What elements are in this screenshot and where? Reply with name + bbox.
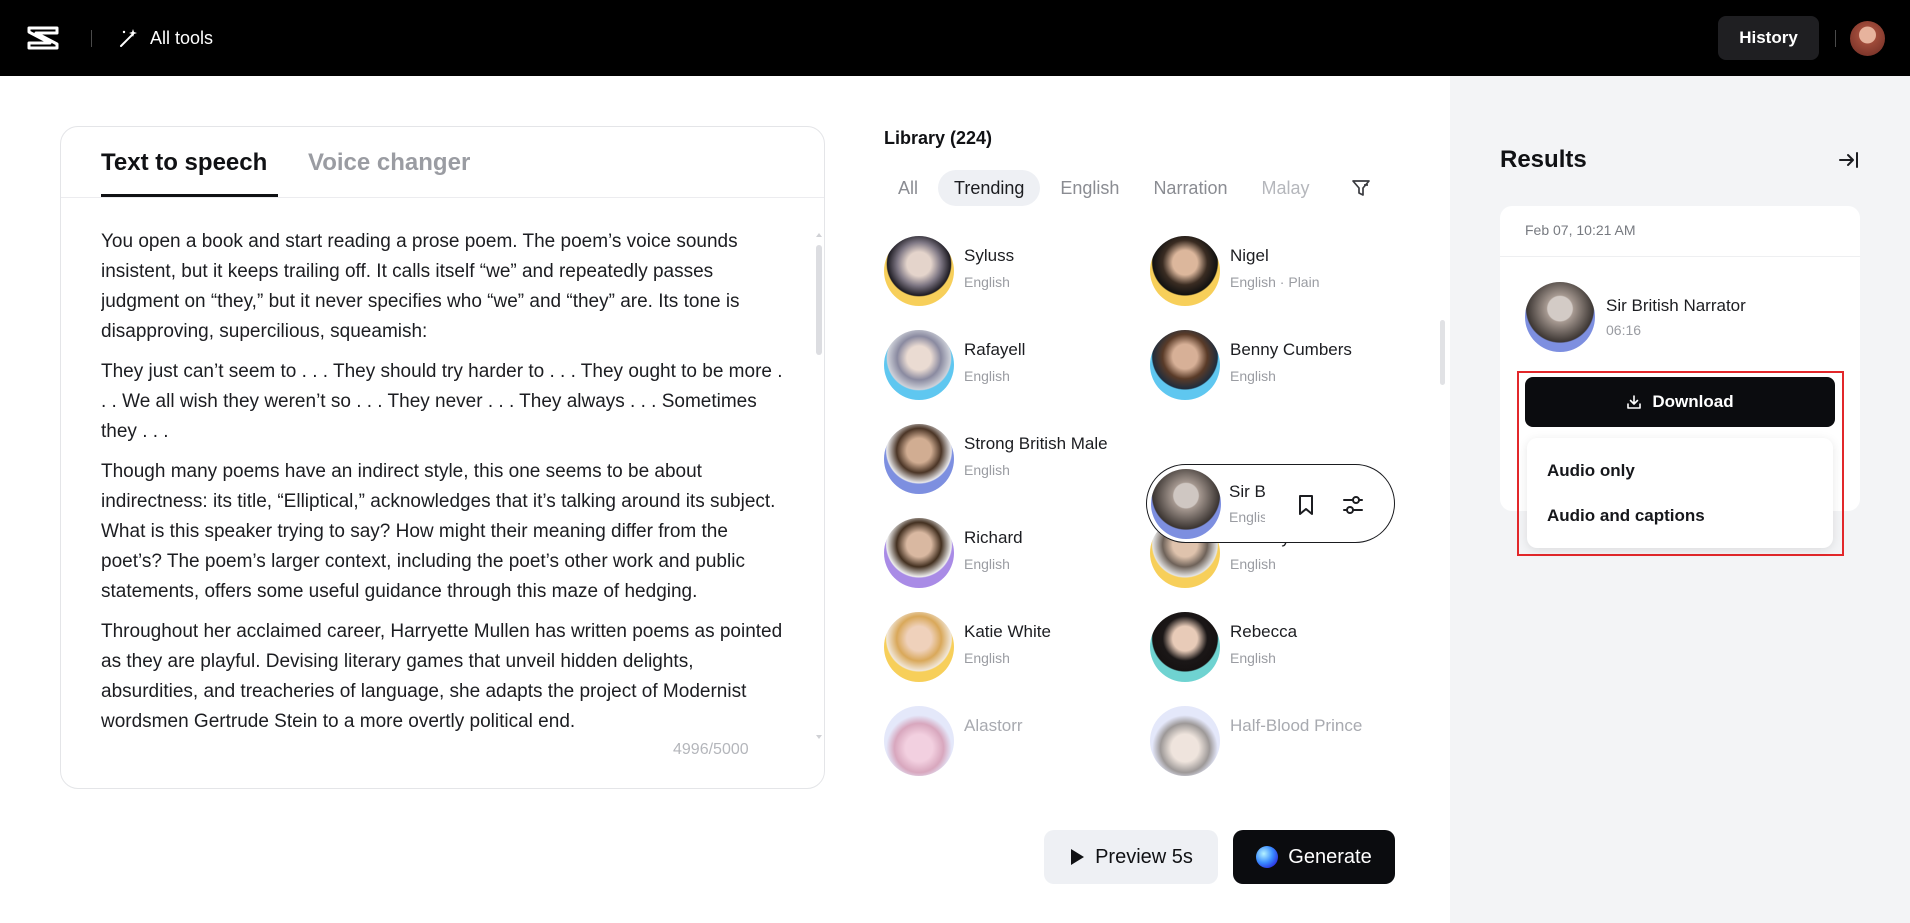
capcut-logo-icon[interactable] bbox=[26, 24, 60, 52]
voice-item[interactable]: Benny Cumbers English bbox=[1146, 326, 1396, 400]
voice-name: Half-Blood Prince bbox=[1230, 716, 1363, 735]
voice-avatar bbox=[1150, 330, 1220, 400]
filter-english[interactable]: English bbox=[1046, 170, 1133, 206]
voice-avatar bbox=[884, 518, 954, 588]
editor-scrollbar[interactable] bbox=[816, 245, 822, 355]
voice-item[interactable]: Half-Blood Prince bbox=[1146, 702, 1396, 776]
voice-avatar bbox=[1150, 706, 1220, 776]
voice-language: English bbox=[964, 556, 1010, 572]
preview-label: Preview 5s bbox=[1095, 845, 1193, 868]
voice-language: English bbox=[964, 274, 1010, 290]
bookmark-icon[interactable] bbox=[1295, 493, 1317, 517]
scroll-up-arrow-icon[interactable] bbox=[815, 231, 823, 239]
divider bbox=[1500, 256, 1860, 257]
filter-narration[interactable]: Narration bbox=[1139, 170, 1241, 206]
divider bbox=[91, 30, 92, 47]
download-icon bbox=[1627, 395, 1642, 409]
voice-name: Syluss bbox=[964, 246, 1015, 265]
library-scrollbar[interactable] bbox=[1440, 320, 1445, 385]
history-button[interactable]: History bbox=[1718, 16, 1819, 60]
divider bbox=[1835, 30, 1836, 47]
voice-name: Strong British Male bbox=[964, 434, 1108, 453]
filter-trending[interactable]: Trending bbox=[938, 170, 1041, 206]
magic-wand-icon bbox=[120, 29, 137, 47]
all-tools-label: All tools bbox=[150, 27, 214, 48]
voice-item[interactable]: Syluss English bbox=[880, 232, 1130, 306]
voice-item[interactable]: Strong British Male English bbox=[880, 420, 1130, 494]
result-date: Feb 07, 10:21 AM bbox=[1525, 222, 1636, 238]
generate-orb-icon bbox=[1256, 846, 1279, 868]
result-voice-avatar bbox=[1525, 282, 1595, 352]
voice-language: English bbox=[1230, 650, 1276, 666]
library-filter-bar: All Trending English Narration Malay bbox=[884, 170, 1334, 206]
text-paragraph: Throughout her acclaimed career, Harryet… bbox=[101, 621, 783, 732]
divider bbox=[61, 197, 824, 198]
library-title: Library (224) bbox=[884, 128, 993, 148]
collapse-panel-icon[interactable] bbox=[1836, 148, 1860, 172]
voice-language: English bbox=[964, 650, 1010, 666]
voice-avatar bbox=[884, 706, 954, 776]
voice-avatar bbox=[1151, 469, 1221, 539]
voice-name: Alastorr bbox=[964, 716, 1023, 735]
voice-avatar bbox=[884, 424, 954, 494]
filter-malay[interactable]: Malay bbox=[1247, 170, 1323, 206]
voice-avatar bbox=[884, 330, 954, 400]
voice-name: Benny Cumbers bbox=[1230, 340, 1352, 359]
download-options-menu: Audio only Audio and captions bbox=[1527, 438, 1833, 548]
voice-avatar bbox=[1150, 612, 1220, 682]
voice-name: Rebecca bbox=[1230, 622, 1298, 641]
tab-voice-changer[interactable]: Voice changer bbox=[308, 149, 470, 177]
filter-icon[interactable] bbox=[1350, 177, 1372, 199]
text-paragraph: You open a book and start reading a pros… bbox=[101, 231, 740, 342]
user-avatar[interactable] bbox=[1850, 21, 1885, 56]
play-icon bbox=[1071, 849, 1085, 865]
text-paragraph: Though many poems have an indirect style… bbox=[101, 461, 776, 602]
generate-label: Generate bbox=[1288, 845, 1372, 868]
text-editor-card: Text to speech Voice changer You open a … bbox=[60, 126, 825, 789]
voice-avatar bbox=[884, 236, 954, 306]
voice-name: Katie White bbox=[964, 622, 1051, 641]
voice-item[interactable]: Alastorr bbox=[880, 702, 1130, 776]
result-duration: 06:16 bbox=[1606, 322, 1642, 338]
voice-item[interactable]: Nigel English · Plain bbox=[1146, 232, 1396, 306]
preview-button[interactable]: Preview 5s bbox=[1044, 830, 1218, 884]
voice-language: English · Plain bbox=[1230, 274, 1320, 290]
menu-item-audio-only[interactable]: Audio only bbox=[1547, 461, 1635, 481]
voice-avatar bbox=[1150, 236, 1220, 306]
adjust-settings-icon[interactable] bbox=[1341, 493, 1365, 517]
menu-item-audio-and-captions[interactable]: Audio and captions bbox=[1547, 506, 1705, 526]
top-bar: All tools History bbox=[0, 0, 1910, 76]
selected-voice-card[interactable]: Sir Br English bbox=[1146, 464, 1395, 543]
voice-language: English bbox=[964, 368, 1010, 384]
filter-all[interactable]: All bbox=[884, 170, 932, 206]
character-counter: 4996/5000 bbox=[673, 741, 749, 758]
voice-item[interactable]: Rebecca English bbox=[1146, 608, 1396, 682]
voice-language: English bbox=[1230, 556, 1276, 572]
voice-language: English bbox=[1229, 509, 1265, 525]
voice-avatar bbox=[884, 612, 954, 682]
results-title: Results bbox=[1500, 146, 1587, 173]
text-paragraph: They just can’t seem to . . . They shoul… bbox=[101, 361, 783, 442]
voice-item[interactable]: Katie White English bbox=[880, 608, 1130, 682]
voice-name: Sir Br bbox=[1229, 482, 1265, 501]
download-label: Download bbox=[1652, 392, 1734, 411]
scroll-down-arrow-icon[interactable] bbox=[815, 733, 823, 741]
voice-language: English bbox=[1230, 368, 1276, 384]
generate-button[interactable]: Generate bbox=[1233, 830, 1395, 884]
tab-text-to-speech[interactable]: Text to speech bbox=[101, 149, 267, 177]
result-voice-name: Sir British Narrator bbox=[1606, 296, 1746, 315]
voice-name: Richard bbox=[964, 528, 1023, 547]
download-button[interactable]: Download bbox=[1525, 377, 1835, 427]
voice-language: English bbox=[964, 462, 1010, 478]
voice-item[interactable]: Rafayell English bbox=[880, 326, 1130, 400]
text-input-area[interactable]: You open a book and start reading a pros… bbox=[101, 227, 791, 747]
voice-item[interactable]: Richard English bbox=[880, 514, 1130, 588]
voice-name: Nigel bbox=[1230, 246, 1269, 265]
voice-name: Rafayell bbox=[964, 340, 1026, 359]
all-tools-button[interactable]: All tools bbox=[118, 24, 213, 52]
